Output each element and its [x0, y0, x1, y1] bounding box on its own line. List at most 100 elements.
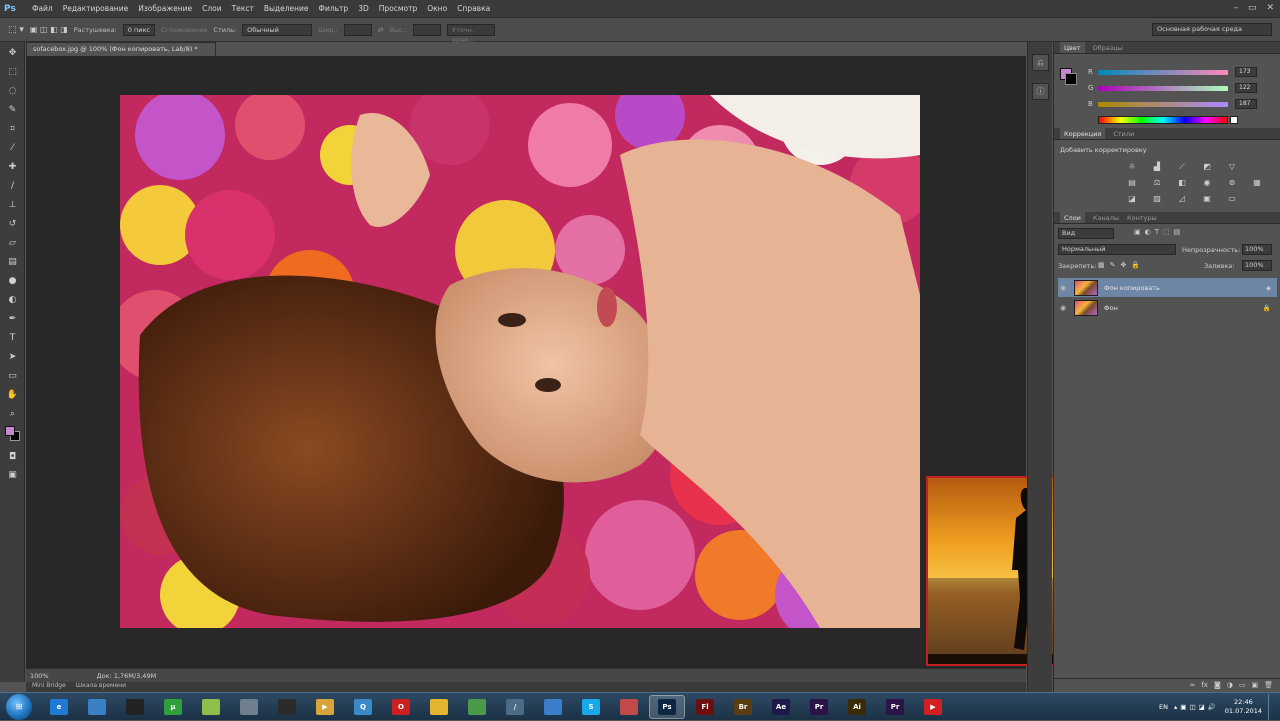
- brightness-icon[interactable]: ☼: [1126, 162, 1138, 172]
- doc-info[interactable]: Док: 1,76M/3,49M: [97, 672, 157, 680]
- path-select-tool-icon[interactable]: ➤: [4, 349, 21, 365]
- gradient-map-icon[interactable]: ▭: [1226, 194, 1238, 204]
- foreground-color-swatch[interactable]: [5, 426, 15, 436]
- history-brush-tool-icon[interactable]: ↺: [4, 216, 21, 232]
- tab-color[interactable]: Цвет: [1060, 42, 1085, 53]
- menu-select[interactable]: Выделение: [264, 4, 309, 13]
- menu-file[interactable]: Файл: [32, 4, 53, 13]
- shape-tool-icon[interactable]: ▭: [4, 368, 21, 384]
- menu-help[interactable]: Справка: [457, 4, 490, 13]
- opacity-input[interactable]: 100%: [1242, 244, 1272, 255]
- taskbar-app-ai[interactable]: Ai: [839, 695, 875, 719]
- language-indicator[interactable]: EN: [1159, 703, 1168, 711]
- selective-color-icon[interactable]: ▣: [1201, 194, 1213, 204]
- dodge-tool-icon[interactable]: ◐: [4, 292, 21, 308]
- taskbar-app-recorder[interactable]: [231, 695, 267, 719]
- maximize-icon[interactable]: ▭: [1248, 3, 1257, 13]
- menu-view[interactable]: Просмотр: [379, 4, 418, 13]
- history-panel-icon[interactable]: ⎌: [1032, 54, 1049, 71]
- taskbar-app-green[interactable]: [459, 695, 495, 719]
- height-input[interactable]: [413, 23, 442, 36]
- tab-mini-bridge[interactable]: Mini Bridge: [32, 682, 66, 692]
- marquee-tool-preset-icon[interactable]: ⬚ ▾: [8, 25, 24, 35]
- show-desktop-button[interactable]: [1268, 694, 1276, 720]
- taskbar-app-network[interactable]: [611, 695, 647, 719]
- selection-mode-icons[interactable]: ▣ ◫ ◧ ◨: [30, 25, 68, 34]
- new-group-icon[interactable]: ▭: [1239, 679, 1246, 692]
- gradient-tool-icon[interactable]: ▤: [4, 254, 21, 270]
- workspace-select[interactable]: Основная рабочая среда: [1152, 23, 1272, 36]
- taskbar-app-pen[interactable]: /: [497, 695, 533, 719]
- close-icon[interactable]: ✕: [1266, 3, 1274, 13]
- taskbar-app-dark[interactable]: [269, 695, 305, 719]
- layer-filter-icons[interactable]: ▣◐T⬚▤: [1134, 228, 1184, 236]
- zoom-level[interactable]: 100%: [30, 672, 49, 680]
- visibility-eye-icon[interactable]: ◉: [1058, 304, 1068, 312]
- quick-mask-icon[interactable]: ◘: [4, 449, 21, 465]
- black-white-icon[interactable]: ◧: [1176, 178, 1188, 188]
- taskbar-app-ps[interactable]: Ps: [649, 694, 685, 719]
- exposure-icon[interactable]: ◩: [1201, 162, 1213, 172]
- menu-edit[interactable]: Редактирование: [63, 4, 128, 13]
- levels-icon[interactable]: ▟: [1151, 162, 1163, 172]
- taskbar-app-search[interactable]: Q: [345, 695, 381, 719]
- taskbar-app-ae[interactable]: Ae: [763, 695, 799, 719]
- menu-image[interactable]: Изображение: [138, 4, 192, 13]
- start-button[interactable]: ⊞: [6, 693, 32, 720]
- swap-icon[interactable]: ⇄: [378, 26, 384, 34]
- layer-name[interactable]: Фон копировать: [1104, 284, 1160, 292]
- tab-channels[interactable]: Каналы: [1093, 212, 1119, 223]
- minimize-icon[interactable]: –: [1233, 3, 1238, 13]
- style-select[interactable]: Обычный: [242, 23, 313, 36]
- refine-edge-button[interactable]: Уточн. край...: [447, 23, 496, 44]
- fill-input[interactable]: 100%: [1242, 260, 1272, 271]
- tab-adjustments[interactable]: Коррекция: [1060, 128, 1106, 139]
- marquee-tool-icon[interactable]: ⬚: [4, 64, 21, 80]
- taskbar-app-doc[interactable]: [535, 695, 571, 719]
- healing-tool-icon[interactable]: ✚: [4, 159, 21, 175]
- menu-window[interactable]: Окно: [427, 4, 447, 13]
- hand-tool-icon[interactable]: ✋: [4, 387, 21, 403]
- properties-panel-icon[interactable]: ⓘ: [1032, 83, 1049, 100]
- layer-row-copy[interactable]: ◉ Фон копировать ◈: [1058, 278, 1277, 297]
- antialias-checkbox[interactable]: Сглаживание: [161, 26, 207, 34]
- type-tool-icon[interactable]: T: [4, 330, 21, 346]
- document-tab[interactable]: sofacebox.jpg @ 100% (Фон копировать, La…: [26, 42, 216, 56]
- link-layers-icon[interactable]: ∞: [1190, 679, 1196, 692]
- g-value[interactable]: 122: [1235, 83, 1257, 93]
- lasso-tool-icon[interactable]: ◌: [4, 83, 21, 99]
- canvas-image[interactable]: [120, 95, 920, 628]
- hue-saturation-icon[interactable]: ▤: [1126, 178, 1138, 188]
- new-layer-icon[interactable]: ▣: [1251, 679, 1258, 692]
- fx-icon[interactable]: fx: [1201, 679, 1208, 692]
- taskbar-app-folder[interactable]: [193, 695, 229, 719]
- threshold-icon[interactable]: ◿: [1176, 194, 1188, 204]
- g-slider[interactable]: [1098, 86, 1228, 91]
- taskbar-app-player[interactable]: ▶: [307, 695, 343, 719]
- r-slider[interactable]: [1098, 70, 1228, 75]
- menu-3d[interactable]: 3D: [358, 4, 369, 13]
- crop-tool-icon[interactable]: ⌗: [4, 121, 21, 137]
- tab-styles[interactable]: Стили: [1113, 128, 1134, 139]
- b-slider[interactable]: [1098, 102, 1228, 107]
- channel-mixer-icon[interactable]: ⊛: [1226, 178, 1238, 188]
- taskbar-app-opera[interactable]: O: [383, 695, 419, 719]
- quick-select-tool-icon[interactable]: ✎: [4, 102, 21, 118]
- bg-color-chip[interactable]: [1065, 73, 1077, 85]
- posterize-icon[interactable]: ▨: [1151, 194, 1163, 204]
- layer-filter-select[interactable]: Вид: [1058, 228, 1114, 239]
- b-value[interactable]: 187: [1235, 99, 1257, 109]
- blur-tool-icon[interactable]: ●: [4, 273, 21, 289]
- color-balance-icon[interactable]: ⚖: [1151, 178, 1163, 188]
- new-adjustment-icon[interactable]: ◑: [1227, 679, 1233, 692]
- layer-row-background[interactable]: ◉ Фон 🔒: [1058, 298, 1277, 317]
- taskbar-app-ie[interactable]: e: [41, 695, 77, 719]
- move-tool-icon[interactable]: ✥: [4, 45, 21, 61]
- pen-tool-icon[interactable]: ✒: [4, 311, 21, 327]
- curves-icon[interactable]: ⟋: [1176, 162, 1188, 172]
- blend-mode-select[interactable]: Нормальный: [1058, 244, 1176, 255]
- spectrum-bar[interactable]: [1098, 116, 1228, 124]
- taskbar-app-fl[interactable]: Fl: [687, 695, 723, 719]
- taskbar-app-br[interactable]: Br: [725, 695, 761, 719]
- menu-layers[interactable]: Слои: [202, 4, 222, 13]
